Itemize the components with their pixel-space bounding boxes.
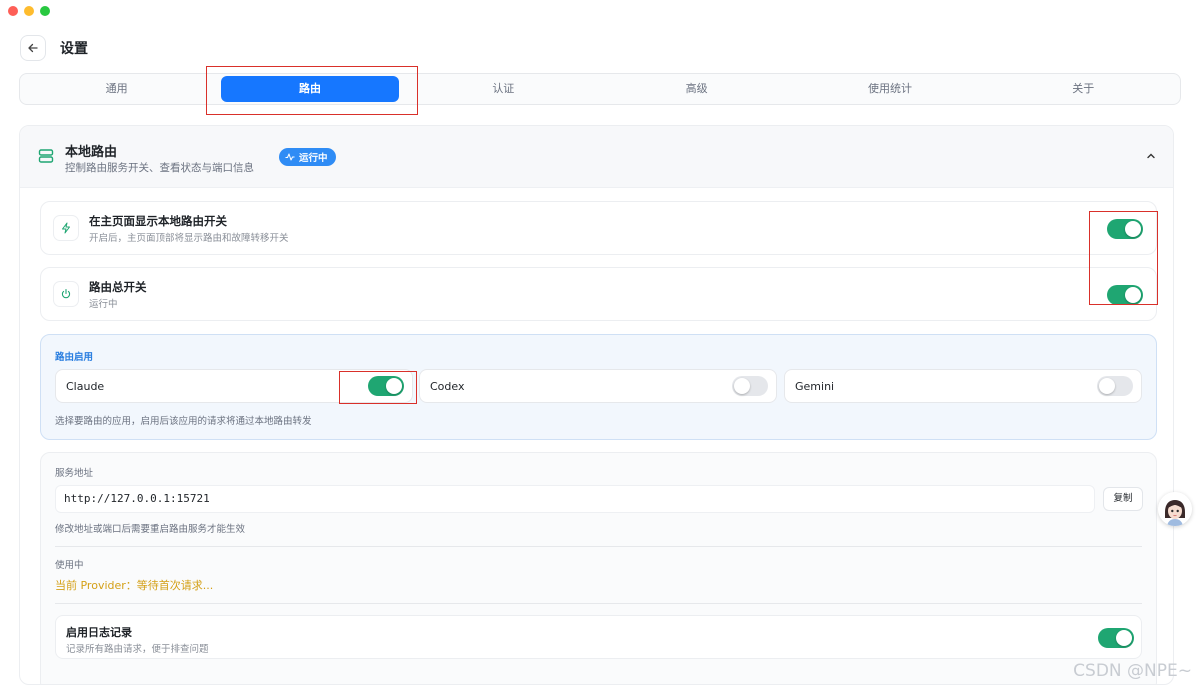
show-route-toggle-description: 开启后，主页面顶部将显示路由和故障转移开关 bbox=[89, 233, 289, 244]
watermark: CSDN @NPE~ bbox=[1073, 661, 1192, 681]
gemini-route-toggle[interactable] bbox=[1097, 376, 1133, 396]
show-route-toggle-card: 在主页面显示本地路由开关 开启后，主页面顶部将显示路由和故障转移开关 bbox=[40, 201, 1157, 255]
local-route-title: 本地路由 bbox=[65, 145, 118, 160]
copy-button[interactable]: 复制 bbox=[1103, 487, 1143, 511]
zap-icon-box bbox=[53, 215, 79, 241]
route-apps-section: 路由启用 Claude Codex Gemini 选择要路由的应用，启用后该应用… bbox=[40, 334, 1157, 440]
page-title: 设置 bbox=[60, 41, 88, 57]
status-badge: 运行中 bbox=[279, 148, 336, 166]
in-use-label: 使用中 bbox=[55, 560, 84, 571]
codex-route-toggle[interactable] bbox=[732, 376, 768, 396]
service-address-label: 服务地址 bbox=[55, 468, 94, 479]
assistant-avatar[interactable] bbox=[1158, 492, 1192, 526]
master-switch-title: 路由总开关 bbox=[89, 280, 147, 294]
server-icon bbox=[38, 149, 54, 163]
logging-description: 记录所有路由请求，便于排查问题 bbox=[66, 644, 209, 655]
local-route-header[interactable]: 本地路由 控制路由服务开关、查看状态与端口信息 运行中 bbox=[20, 126, 1173, 188]
settings-window: 设置 通用 路由 认证 高级 使用统计 关于 本地路由 控制路由服务开关、查看状… bbox=[0, 0, 1200, 687]
master-switch-toggle[interactable] bbox=[1107, 285, 1143, 305]
show-route-toggle-title: 在主页面显示本地路由开关 bbox=[89, 214, 227, 228]
logging-toggle[interactable] bbox=[1098, 628, 1134, 648]
status-badge-label: 运行中 bbox=[299, 153, 328, 164]
tab-usage-stats[interactable]: 使用统计 bbox=[801, 76, 978, 102]
chevron-up-icon[interactable] bbox=[1145, 150, 1157, 162]
power-icon-box bbox=[53, 281, 79, 307]
settings-tabs: 通用 路由 认证 高级 使用统计 关于 bbox=[19, 73, 1181, 105]
minimize-window-button[interactable] bbox=[24, 6, 34, 16]
tab-general[interactable]: 通用 bbox=[28, 76, 205, 102]
service-address-hint: 修改地址或端口后需要重启路由服务才能生效 bbox=[55, 524, 246, 535]
service-address-input[interactable]: http://127.0.0.1:15721 bbox=[55, 485, 1095, 513]
tab-routing[interactable]: 路由 bbox=[221, 76, 399, 102]
service-section: 服务地址 http://127.0.0.1:15721 复制 修改地址或端口后需… bbox=[40, 452, 1157, 684]
app-name-codex: Codex bbox=[430, 380, 465, 393]
back-button[interactable] bbox=[20, 35, 46, 61]
maximize-window-button[interactable] bbox=[40, 6, 50, 16]
app-card-codex: Codex bbox=[419, 369, 777, 403]
window-controls bbox=[8, 6, 50, 16]
divider bbox=[55, 546, 1142, 547]
power-icon bbox=[61, 288, 71, 299]
route-apps-label: 路由启用 bbox=[55, 352, 94, 363]
local-route-subtitle: 控制路由服务开关、查看状态与端口信息 bbox=[65, 162, 254, 174]
zap-icon bbox=[62, 222, 70, 234]
activity-icon bbox=[285, 153, 295, 161]
divider bbox=[55, 603, 1142, 604]
claude-route-toggle[interactable] bbox=[368, 376, 404, 396]
tab-about[interactable]: 关于 bbox=[995, 76, 1172, 102]
app-name-claude: Claude bbox=[66, 380, 105, 393]
tab-advanced[interactable]: 高级 bbox=[608, 76, 785, 102]
local-route-panel: 本地路由 控制路由服务开关、查看状态与端口信息 运行中 在主页面显示本地路由开关… bbox=[19, 125, 1174, 685]
master-switch-status: 运行中 bbox=[89, 299, 118, 310]
app-name-gemini: Gemini bbox=[795, 380, 835, 393]
logging-title: 启用日志记录 bbox=[66, 626, 132, 639]
route-apps-hint: 选择要路由的应用，启用后该应用的请求将通过本地路由转发 bbox=[55, 416, 312, 427]
page-header: 设置 bbox=[20, 34, 88, 62]
arrow-left-icon bbox=[28, 43, 38, 53]
avatar-icon bbox=[1158, 492, 1192, 526]
app-card-gemini: Gemini bbox=[784, 369, 1142, 403]
app-card-claude: Claude bbox=[55, 369, 413, 403]
master-switch-card: 路由总开关 运行中 bbox=[40, 267, 1157, 321]
tab-auth[interactable]: 认证 bbox=[415, 76, 592, 102]
close-window-button[interactable] bbox=[8, 6, 18, 16]
logging-card: 启用日志记录 记录所有路由请求，便于排查问题 bbox=[55, 615, 1142, 659]
current-provider-text: 当前 Provider：等待首次请求... bbox=[55, 579, 214, 592]
show-route-toggle-switch[interactable] bbox=[1107, 219, 1143, 239]
